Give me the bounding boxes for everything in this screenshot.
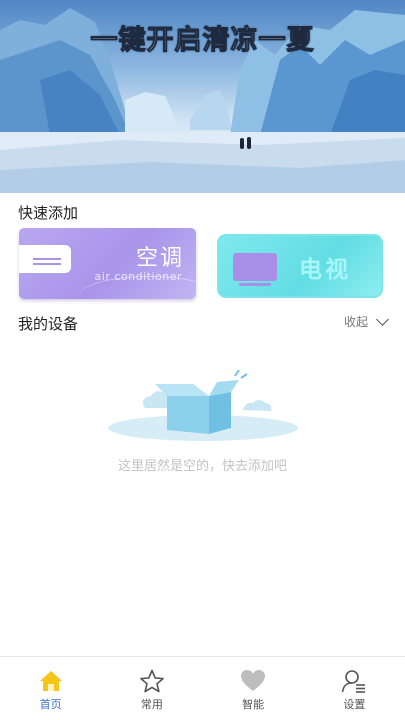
chevron-down-icon [376, 312, 389, 326]
add-air-conditioner-card[interactable]: 空调 air conditioner [19, 228, 196, 299]
tv-card-label: 电视 [299, 257, 351, 283]
collapse-button[interactable]: 收起 [343, 312, 389, 330]
settings-user-icon [341, 669, 367, 693]
quick-add-title: 快速添加 [18, 204, 79, 222]
banner-title: 一键开启清凉一夏 [90, 25, 315, 57]
nav-item-favorites[interactable]: 常用 [101, 657, 202, 720]
bottom-nav: 首页 常用 智能 设置 [0, 656, 405, 720]
empty-box-illustration [108, 370, 298, 441]
collapse-label: 收起 [343, 315, 368, 329]
nav-item-home[interactable]: 首页 [0, 657, 101, 720]
nav-label-settings: 设置 [343, 698, 366, 711]
ac-card-label: 空调 [135, 246, 184, 271]
nav-label-smart: 智能 [242, 698, 265, 711]
heart-icon [240, 669, 266, 693]
nav-item-settings[interactable]: 设置 [304, 657, 405, 720]
nav-label-favorites: 常用 [140, 698, 163, 711]
nav-label-home: 首页 [39, 698, 62, 711]
ac-card-sublabel: air conditioner [94, 270, 182, 283]
tv-icon [233, 253, 277, 281]
my-devices-title: 我的设备 [18, 315, 79, 333]
banner[interactable]: 一键开启清凉一夏 [0, 0, 405, 193]
star-icon [139, 669, 165, 693]
empty-state-text: 这里居然是空的，快去添加吧 [117, 459, 287, 474]
add-tv-card[interactable]: 电视 [217, 234, 383, 298]
nav-item-smart[interactable]: 智能 [203, 657, 304, 720]
home-icon [38, 669, 64, 693]
